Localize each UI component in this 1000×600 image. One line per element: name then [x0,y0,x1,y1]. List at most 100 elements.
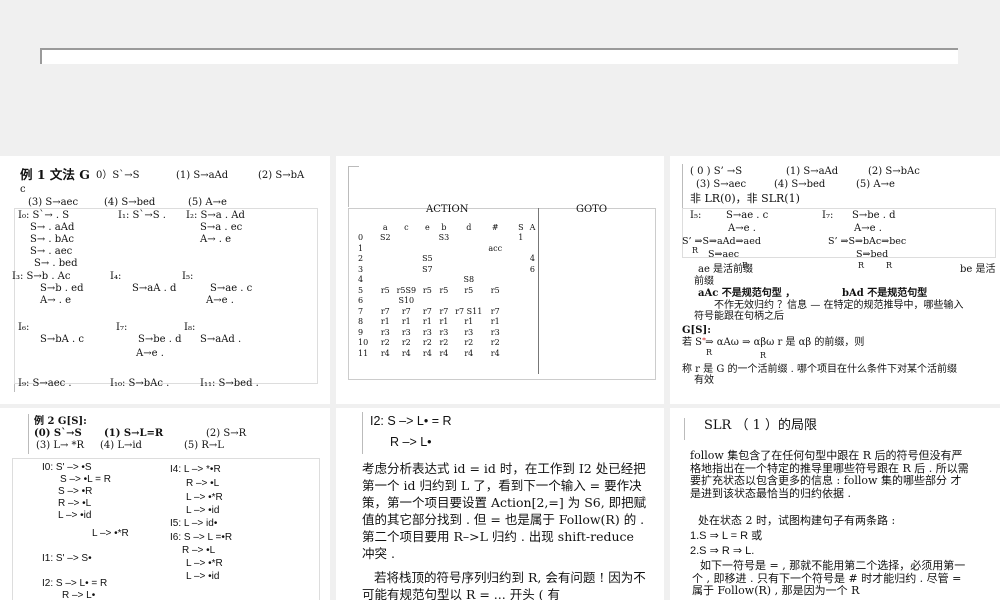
rm-mark: R [706,348,713,357]
table-cell [422,243,439,254]
item-set-i4: I₄: [110,271,122,282]
table-cell [530,243,542,254]
table-cell [508,317,529,328]
frame-line [684,418,685,440]
item: A→e . [136,348,164,359]
table-cell: S7 [422,264,433,274]
table-cell [488,233,508,244]
table-cell: r1 [401,317,411,327]
table-cell: r2 [380,338,390,348]
table-cell [508,254,529,265]
item-set-i6: I6: S –> L =•R [170,532,233,543]
table-cell [508,306,529,317]
item-set-i0: I₀: S`→ . S [18,210,70,221]
limit-paragraph-3: 如下一符号是 = , 那就不能用第二个选择，必须用第一个 , 即移进 . 只有下… [692,559,966,597]
item-set-i5: I₅: [182,271,194,282]
table-row: 7 r7 r7 r7 r7 r7 S11 r7 [358,306,541,317]
table-cell: r2 [490,338,500,348]
table-cell: 7 [358,306,364,316]
item-set-i2: I₂: S→a . Ad [186,210,245,221]
table-row: 1 acc [358,243,541,254]
table-cell: r4 [422,348,432,358]
limit-paragraph-1: follow 集包含了在任何句型中跟在 R 后的符号但没有严格地指出在一个特定的… [690,449,969,500]
rm-mark: R [692,246,699,255]
table-row: 5 r5 r5S9 r5 r5 r5 r5 [358,285,541,296]
item: R –> •L [186,478,220,489]
goto-header: GOTO [576,204,608,215]
table-cell [530,338,542,349]
frame-line [682,164,683,208]
table-cell: 1 [358,243,364,253]
item-set-i1: I₁: S`→S . [118,210,166,221]
parse-table: a c e b d # S A 0 S2 S3 1 1 acc 2 S5 4 3 S7 6 4 S8 5 r5 r5S9 r5 r5… [358,222,541,359]
grammar-rule-2: (2) S→bAc [868,166,920,177]
table-cell [455,254,488,265]
table-cell: r3 [490,327,500,337]
table-cell [530,275,542,286]
table-cell [488,254,508,265]
grammar-rule-4: (4) S→bed [774,179,826,190]
table-cell: r5S9 [396,285,417,295]
table-header-cell: A [529,222,536,232]
rm-mark: R [760,351,767,360]
table-cell: S8 [463,275,475,285]
table-cell [530,327,542,338]
table-cell: r7 [401,306,411,316]
table-row: 3 S7 6 [358,264,541,275]
table-cell [380,296,397,307]
table-cell [397,243,422,254]
table-cell [439,275,456,286]
table-cell: 4 [358,275,364,285]
table-cell: r2 [439,338,449,348]
table-cell [508,348,529,359]
grammar-rule-3: (3) S→aec [696,179,747,190]
item: S→be . d [852,210,896,221]
item-set-i1: I1: S' –> S• [42,553,92,564]
table-cell: r5 [439,285,449,295]
item-set-i5: I5: L –> id• [170,518,218,529]
table-header-cell: # [491,222,499,232]
table-cell: r1 [380,317,390,327]
table-cell: 0 [358,233,364,243]
table-cell: 6 [529,264,535,274]
item: S→aA . d [132,283,177,294]
item: A→e . [854,223,882,234]
item: S→be . d [138,334,182,345]
table-cell: 9 [358,327,364,337]
item: S→a . ec [200,222,243,233]
table-cell [455,264,488,275]
grammar-rule-3: (3) L→ *R [36,440,85,451]
table-cell [380,275,397,286]
top-bar [40,48,958,64]
table-header-cell: c [404,222,409,232]
item: S→ . bed [34,258,78,269]
table-cell: r3 [401,327,411,337]
item: R –> •L [58,498,92,509]
item-set-i9: I₉: S→aec . [18,378,72,389]
item-line-2: R –> L• [390,435,432,449]
slide-title: 例 1 文法 G [20,167,90,182]
item-set-i3: I₃: S→b . Ac [12,271,71,282]
frame-line [362,412,363,454]
prefix-word: 前缀 [694,276,714,287]
grammar-rule-2: (2) S→R [206,428,247,439]
table-row: 9 r3 r3 r3 r3 r3 r3 [358,327,541,338]
table-cell: r2 [401,338,411,348]
slide-grammar-items: 例 1 文法 G 0）S`→S (1) S→aAd (2) S→bA c (3)… [0,156,330,404]
table-cell [508,285,529,296]
table-cell [455,243,488,254]
table-cell [455,296,488,307]
table-cell [508,264,529,275]
bad-note: bAd 不是规范句型 [842,288,928,299]
slide-title: SLR （ 1 ）的局限 [704,418,817,433]
item: L –> •id [186,571,220,582]
item-set-i0: I0: S' –> •S [42,462,92,473]
table-cell [397,233,422,244]
item: R –> •L [182,545,216,556]
item: R –> L• [62,590,96,600]
grammar-rule-0: ( 0 ) S’ →S [690,166,743,177]
table-header-cell: e [424,222,430,232]
table-cell [530,233,542,244]
table-row: 6 S10 [358,296,541,307]
be-live-prefix: be 是活 [960,264,996,275]
